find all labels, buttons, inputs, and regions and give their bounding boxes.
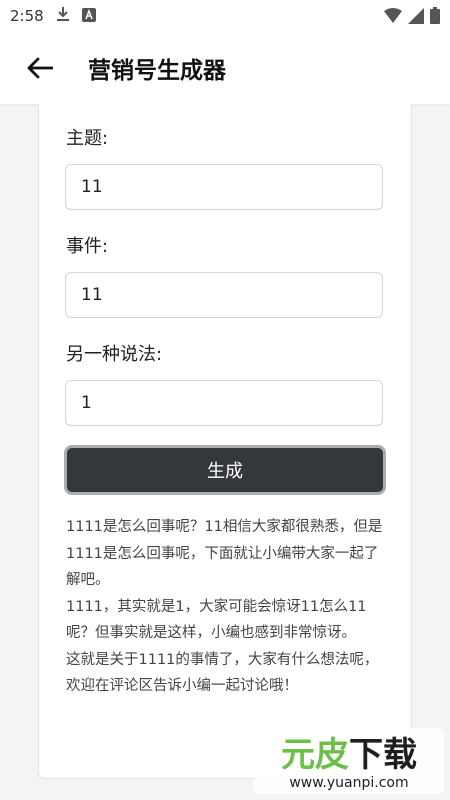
wifi-icon bbox=[384, 7, 402, 28]
back-button[interactable] bbox=[18, 46, 62, 90]
status-right-icons bbox=[384, 7, 440, 28]
status-left-icons bbox=[56, 6, 96, 26]
generated-result-text: 1111是怎么回事呢？11相信大家都很熟悉，但是1111是怎么回事呢，下面就让小… bbox=[66, 519, 383, 694]
signal-icon bbox=[408, 7, 424, 28]
app-bar: 营销号生成器 bbox=[0, 32, 450, 104]
event-label: 事件: bbox=[66, 236, 109, 257]
svg-text:元皮下载: 元皮下载 bbox=[281, 735, 417, 775]
status-time: 2:58 bbox=[10, 7, 44, 25]
subject-input[interactable] bbox=[65, 164, 383, 210]
arrow-left-icon bbox=[27, 57, 53, 79]
download-icon bbox=[56, 6, 70, 26]
page-title: 营销号生成器 bbox=[88, 58, 226, 84]
status-bar: 2:58 bbox=[0, 0, 450, 32]
alt-phrase-label: 另一种说法: bbox=[66, 344, 163, 365]
battery-icon bbox=[430, 7, 440, 28]
app-notification-icon bbox=[81, 7, 96, 26]
yuanpi-watermark-logo: 元皮下载 www.yuanpi.com bbox=[254, 726, 444, 796]
generator-card: 主题: 事件: 另一种说法: 生成 1111是怎么回事呢？11相信大家都很熟悉，… bbox=[38, 104, 412, 779]
subject-label: 主题: bbox=[66, 128, 109, 149]
event-input[interactable] bbox=[65, 272, 383, 318]
alt-phrase-input[interactable] bbox=[65, 380, 383, 426]
svg-text:www.yuanpi.com: www.yuanpi.com bbox=[289, 775, 408, 791]
generate-button[interactable]: 生成 bbox=[64, 445, 386, 495]
